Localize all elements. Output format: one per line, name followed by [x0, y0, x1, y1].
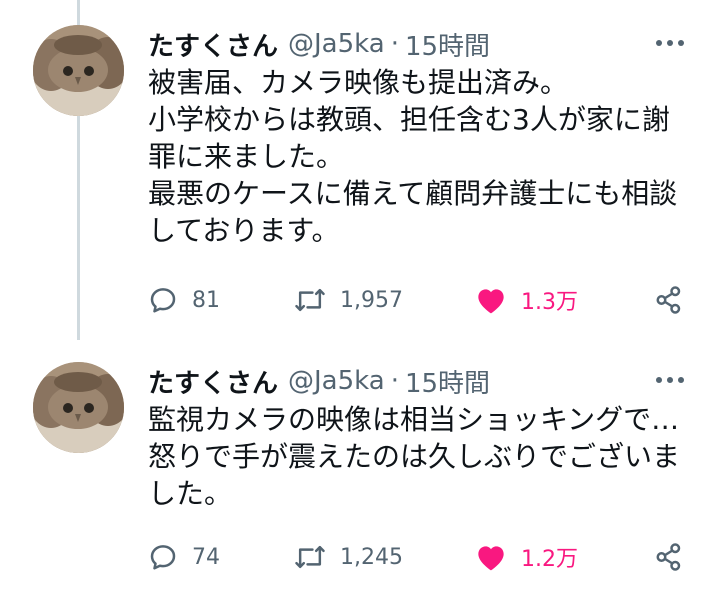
display-name[interactable]: たすくさん	[148, 26, 278, 63]
more-options-icon[interactable]	[652, 28, 688, 58]
retweet-button[interactable]: 1,957	[294, 280, 403, 320]
tweet-actions: 74 1,245 1.2万	[148, 537, 698, 577]
avatar[interactable]	[33, 25, 124, 116]
reply-icon	[148, 542, 178, 572]
share-icon	[654, 542, 684, 572]
like-count: 1.3万	[521, 290, 578, 315]
share-button[interactable]	[654, 537, 684, 577]
tweet-text-line: 被害届、カメラ映像も提出済み。	[148, 66, 569, 99]
tweet-text: 被害届、カメラ映像も提出済み。 小学校からは教頭、担任含む3人が家に謝 罪に来ま…	[148, 64, 708, 249]
reply-icon	[148, 285, 178, 315]
tweet-header: たすくさん @Ja5ka · 15時間	[148, 24, 490, 64]
tweet-text: 監視カメラの映像は相当ショッキングで… 怒りで手が震えたのは久しぶりでございま …	[148, 401, 708, 512]
tweet-text-line: 怒りで手が震えたのは久しぶりでございま	[148, 440, 681, 473]
display-name[interactable]: たすくさん	[148, 363, 278, 400]
avatar[interactable]	[33, 362, 124, 453]
tweet-text-line: 罪に来ました。	[148, 140, 345, 173]
retweet-count: 1,245	[340, 544, 403, 570]
tweet-actions: 81 1,957 1.3万	[148, 280, 698, 320]
heart-icon	[475, 542, 507, 572]
more-options-icon[interactable]	[652, 365, 688, 395]
tweet-text-line: 監視カメラの映像は相当ショッキングで…	[148, 403, 680, 436]
tweet-text-line: した。	[148, 477, 233, 510]
retweet-count: 1,957	[340, 287, 403, 313]
tweet-text-line: 最悪のケースに備えて顧問弁護士にも相談	[148, 177, 678, 210]
retweet-icon	[294, 543, 326, 571]
heart-icon	[475, 285, 507, 315]
timestamp[interactable]: 15時間	[405, 26, 490, 63]
tweet-text-line: 小学校からは教頭、担任含む3人が家に謝	[148, 103, 670, 136]
reply-count: 74	[192, 544, 220, 570]
like-button[interactable]: 1.2万	[475, 537, 578, 577]
timestamp[interactable]: 15時間	[405, 363, 490, 400]
reply-button[interactable]: 81	[148, 280, 220, 320]
share-button[interactable]	[654, 280, 684, 320]
like-count: 1.2万	[521, 547, 578, 572]
tweet-header: たすくさん @Ja5ka · 15時間	[148, 361, 490, 401]
like-button[interactable]: 1.3万	[475, 280, 578, 320]
retweet-icon	[294, 286, 326, 314]
tweet-thread: たすくさん @Ja5ka · 15時間 被害届、カメラ映像も提出済み。 小学校か…	[0, 0, 719, 606]
separator-dot: ·	[390, 366, 399, 396]
reply-count: 81	[192, 287, 220, 313]
reply-button[interactable]: 74	[148, 537, 220, 577]
share-icon	[654, 285, 684, 315]
user-handle[interactable]: @Ja5ka	[288, 29, 385, 59]
retweet-button[interactable]: 1,245	[294, 537, 403, 577]
user-handle[interactable]: @Ja5ka	[288, 366, 385, 396]
separator-dot: ·	[390, 29, 399, 59]
tweet-text-line: しております。	[148, 214, 340, 247]
